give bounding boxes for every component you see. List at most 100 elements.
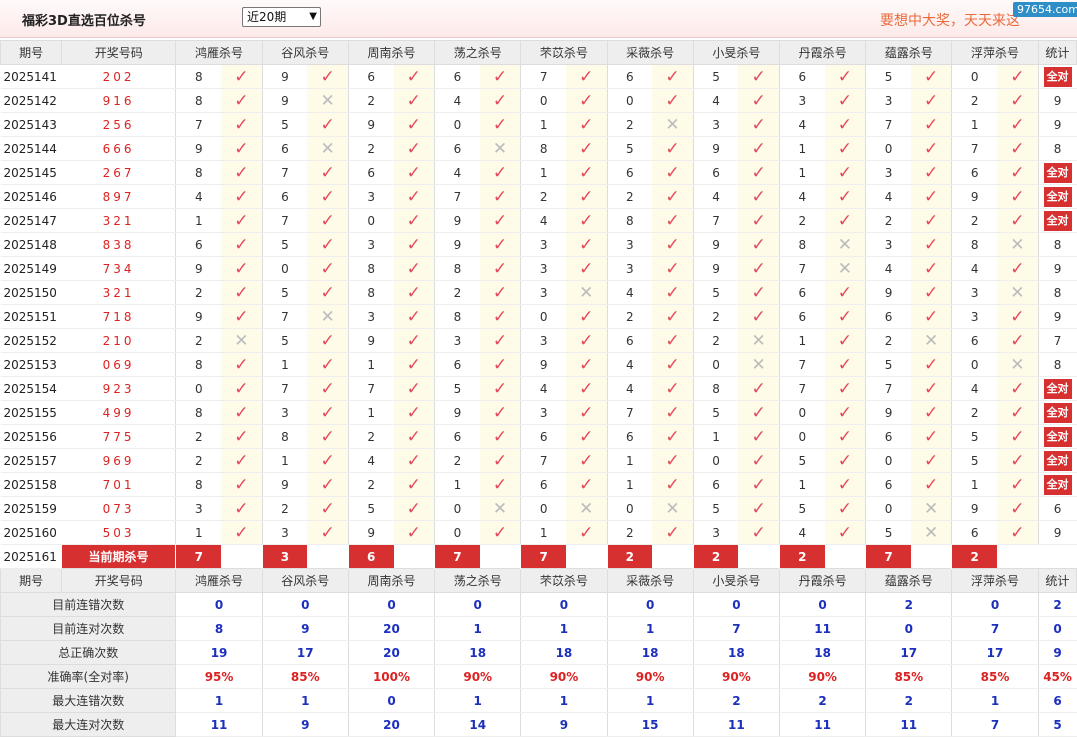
check-icon: ✓ xyxy=(751,90,766,111)
result-cell: ✕ xyxy=(307,136,349,161)
kill-number: 5 xyxy=(434,376,480,401)
result-cell: ✕ xyxy=(307,304,349,329)
summary-row: 目前连错次数 0 0 0 0 0 0 0 0 2 0 2 xyxy=(0,592,1077,617)
kill-number: 6 xyxy=(606,424,653,449)
result-cell: ✓ xyxy=(652,160,694,185)
summary-value: 1 xyxy=(520,688,608,713)
range-select[interactable]: 近20期 ▼ xyxy=(242,7,321,27)
kill-number: 8 xyxy=(692,376,739,401)
col-expert: 谷风杀号 xyxy=(261,40,349,65)
summary-value: 85% xyxy=(261,664,349,689)
summary-value: 9 xyxy=(520,712,608,737)
result-cell: ✓ xyxy=(910,400,952,425)
summary-value: 20 xyxy=(347,712,435,737)
result-cell: ✓ xyxy=(307,160,349,185)
period-cell: 2025158 xyxy=(0,472,62,497)
kill-number: 2 xyxy=(951,208,998,233)
result-cell: ✓ xyxy=(565,160,608,185)
kill-number: 6 xyxy=(434,136,480,161)
all-correct-badge: 全对 xyxy=(1043,426,1072,447)
result-cell: ✓ xyxy=(652,424,694,449)
result-cell: ✓ xyxy=(307,448,349,473)
result-cell: ✓ xyxy=(307,424,349,449)
result-cell: ✓ xyxy=(652,88,694,113)
kill-number: 5 xyxy=(261,112,308,137)
check-icon: ✓ xyxy=(234,474,249,495)
current-kill-number: 7 xyxy=(434,544,480,569)
kill-number: 2 xyxy=(778,208,825,233)
kill-number: 1 xyxy=(261,352,308,377)
table-row: 2025150 321 2 ✓ 5 ✓ 8 ✓ 2 ✓ 3 ✕ 4 ✓ 5 ✓ 6 ✓ 9 ✓ 3 ✕ 8 xyxy=(0,280,1077,305)
check-icon: ✓ xyxy=(751,522,766,543)
check-icon: ✓ xyxy=(406,258,421,279)
check-icon: ✓ xyxy=(492,330,508,351)
result-cell: ✓ xyxy=(652,64,694,89)
check-icon: ✓ xyxy=(751,138,766,159)
check-icon: ✓ xyxy=(492,66,508,87)
check-icon: ✓ xyxy=(320,450,335,471)
kill-number: 1 xyxy=(520,160,566,185)
result-cell: ✓ xyxy=(479,256,521,281)
kill-number: 4 xyxy=(606,280,653,305)
period-cell: 2025146 xyxy=(0,184,62,209)
check-icon: ✓ xyxy=(665,330,680,351)
result-cell: ✓ xyxy=(910,136,952,161)
result-cell: ✓ xyxy=(738,424,780,449)
check-icon: ✓ xyxy=(579,450,594,471)
col-expert: 荡之杀号 xyxy=(434,40,522,65)
cross-icon: ✕ xyxy=(492,138,508,159)
kill-number: 3 xyxy=(951,280,998,305)
check-icon: ✓ xyxy=(320,426,335,447)
kill-number: 5 xyxy=(951,424,998,449)
result-cell: ✓ xyxy=(479,88,521,113)
col-expert: 鸿雁杀号 xyxy=(175,568,263,593)
result-cell: ✓ xyxy=(393,304,435,329)
result-cell: ✓ xyxy=(652,376,694,401)
col-lottery: 开奖号码 xyxy=(61,568,177,593)
summary-value: 0 xyxy=(175,592,263,617)
check-icon: ✓ xyxy=(665,234,680,255)
result-cell: ✓ xyxy=(738,400,780,425)
check-icon: ✓ xyxy=(923,210,939,231)
kill-number: 2 xyxy=(606,304,653,329)
kill-number: 9 xyxy=(865,280,911,305)
kill-number: 1 xyxy=(347,352,394,377)
check-icon: ✓ xyxy=(923,114,939,135)
current-kill-number: 2 xyxy=(692,544,739,569)
kill-number: 9 xyxy=(520,352,566,377)
check-icon: ✓ xyxy=(751,114,766,135)
summary-total: 5 xyxy=(1037,712,1077,737)
result-cell: ✓ xyxy=(307,184,349,209)
summary-value: 11 xyxy=(778,616,866,641)
check-icon: ✓ xyxy=(1010,258,1025,279)
result-cell: ✓ xyxy=(393,136,435,161)
result-cell: ✓ xyxy=(393,232,435,257)
result-cell: ✓ xyxy=(565,184,608,209)
check-icon: ✓ xyxy=(320,354,335,375)
kill-number: 2 xyxy=(347,88,394,113)
check-icon: ✓ xyxy=(320,498,335,519)
summary-value: 1 xyxy=(261,688,349,713)
check-icon: ✓ xyxy=(234,66,249,87)
result-cell: ✓ xyxy=(824,352,866,377)
kill-number: 6 xyxy=(606,64,653,89)
col-expert: 荡之杀号 xyxy=(434,568,522,593)
result-cell: ✓ xyxy=(565,448,608,473)
check-icon: ✓ xyxy=(320,522,335,543)
kill-number: 3 xyxy=(865,232,911,257)
result-cell: ✓ xyxy=(652,400,694,425)
result-cell: ✕ xyxy=(824,232,866,257)
check-icon: ✓ xyxy=(1010,426,1025,447)
period-cell: 2025159 xyxy=(0,496,62,521)
check-icon: ✓ xyxy=(1010,66,1025,87)
kill-number: 8 xyxy=(261,424,308,449)
kill-number: 4 xyxy=(606,376,653,401)
stat-value: 9 xyxy=(1053,525,1062,540)
kill-number: 7 xyxy=(261,160,308,185)
check-icon: ✓ xyxy=(492,114,508,135)
check-icon: ✓ xyxy=(234,258,249,279)
check-icon: ✓ xyxy=(1010,138,1025,159)
kill-number: 6 xyxy=(865,304,911,329)
period-cell: 2025157 xyxy=(0,448,62,473)
check-icon: ✓ xyxy=(234,450,249,471)
